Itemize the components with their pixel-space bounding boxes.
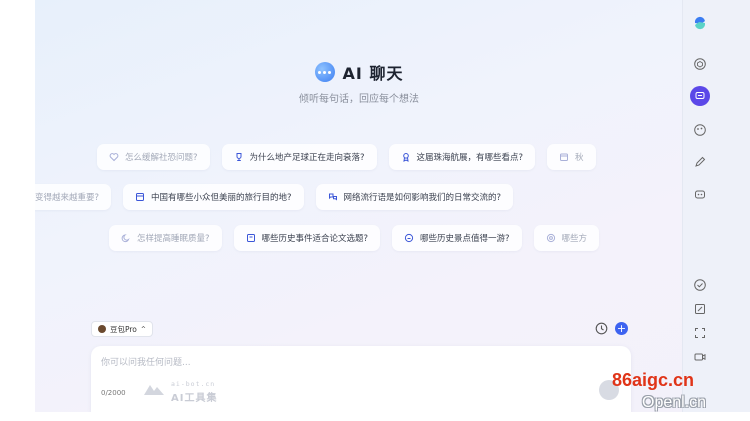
suggestion-chip[interactable]: 哪些方	[533, 225, 600, 251]
book-icon	[246, 234, 255, 242]
aitools-logo-icon	[144, 385, 164, 395]
history-icon[interactable]	[595, 322, 608, 335]
robot-icon[interactable]	[693, 187, 707, 201]
logo-icon[interactable]	[693, 16, 707, 30]
new-chat-button[interactable]: +	[615, 322, 628, 335]
suggestion-chip[interactable]: 秋	[547, 144, 596, 170]
trophy-icon	[236, 153, 242, 161]
suggestion-chip[interactable]: 网络流行语是如何影响我们的日常交流的?	[315, 184, 514, 210]
page-header: AI 聊天	[35, 60, 682, 84]
suggestion-label: 怎样提高睡眠质量?	[137, 234, 210, 244]
check-circle-icon[interactable]	[693, 278, 707, 292]
moon-icon	[121, 234, 130, 243]
suggestion-chip[interactable]: 怎么缓解社恐问题?	[97, 144, 210, 170]
suggestion-chip[interactable]: 哪些历史景点值得一游?	[392, 225, 522, 251]
suggestion-label: 秋	[575, 153, 584, 163]
cube-icon[interactable]	[693, 57, 707, 71]
watermark-domain: ai-bot.cn	[171, 380, 216, 388]
edit-box-icon[interactable]	[693, 302, 707, 316]
suggestion-chip[interactable]: 哪些历史事件适合论文选题?	[233, 225, 381, 251]
suggestion-chip[interactable]: 变得越来越重要?	[35, 184, 112, 210]
page-margin-bottom	[0, 412, 750, 421]
calendar-icon	[560, 153, 569, 161]
main-panel: AI 聊天 倾听每句话，回应每个想法 怎么缓解社恐问题? 为什么地产足球正在走向…	[35, 0, 683, 412]
map-icon	[136, 193, 145, 201]
palette-icon[interactable]	[693, 123, 707, 137]
video-icon[interactable]	[693, 350, 707, 364]
char-counter: 0/2000	[101, 389, 126, 397]
suggestion-chip[interactable]: 中国有哪些小众但美丽的旅行目的地?	[123, 184, 304, 210]
model-avatar	[98, 325, 106, 333]
target-icon	[546, 233, 555, 243]
pen-icon[interactable]	[693, 155, 707, 169]
suggestion-label: 这届珠海航展，有哪些看点?	[416, 153, 524, 163]
suggestion-label: 为什么地产足球正在走向衰落?	[249, 153, 365, 163]
model-selector[interactable]: 豆包Pro ^	[91, 321, 153, 337]
ai-chat-app: AI 聊天 倾听每句话，回应每个想法 怎么缓解社恐问题? 为什么地产足球正在走向…	[35, 0, 750, 412]
suggestion-row-3: 怎样提高睡眠质量? 哪些历史事件适合论文选题? 哪些历史景点值得一游? 哪些方	[109, 225, 600, 251]
award-icon	[402, 153, 409, 162]
sidebar-chat-button[interactable]	[690, 86, 710, 106]
suggestion-label: 哪些历史景点值得一游?	[420, 234, 510, 244]
message-input[interactable]	[101, 355, 601, 371]
suggestion-label: 哪些历史事件适合论文选题?	[261, 234, 369, 244]
suggestion-label: 中国有哪些小众但美丽的旅行目的地?	[151, 193, 292, 203]
suggestion-row-1: 怎么缓解社恐问题? 为什么地产足球正在走向衰落? 这届珠海航展，有哪些看点? 秋	[97, 144, 596, 170]
suggestion-label: 哪些方	[561, 234, 588, 244]
chat-icon	[695, 92, 705, 99]
chevron-up-icon: ^	[140, 325, 146, 333]
heart-icon	[109, 153, 119, 162]
site-watermark-secondary: Openl.cn	[642, 394, 707, 411]
page-margin-left	[0, 0, 35, 421]
suggestion-chip[interactable]: 这届珠海航展，有哪些看点?	[388, 144, 536, 170]
suggestion-row-2: 变得越来越重要? 中国有哪些小众但美丽的旅行目的地? 网络流行语是如何影响我们的…	[35, 184, 514, 210]
model-name: 豆包Pro	[110, 324, 137, 334]
compass-icon	[404, 233, 414, 243]
chat-bubbles-icon	[328, 193, 337, 201]
suggestion-chip[interactable]: 怎样提高睡眠质量?	[109, 225, 222, 251]
site-watermark-primary: 86aigc.cn	[612, 370, 695, 390]
page-title: AI 聊天	[342, 64, 404, 83]
scan-icon[interactable]	[693, 326, 707, 340]
composer: 0/2000 ai-bot.cn AI工具集	[91, 346, 631, 412]
suggestion-label: 怎么缓解社恐问题?	[125, 153, 198, 163]
chat-bot-icon	[314, 62, 335, 82]
suggestion-label: 网络流行语是如何影响我们的日常交流的?	[343, 193, 502, 203]
page-subtitle: 倾听每句话，回应每个想法	[299, 94, 419, 105]
watermark-name: AI工具集	[171, 393, 218, 404]
suggestion-chip[interactable]: 为什么地产足球正在走向衰落?	[221, 144, 377, 170]
suggestion-label: 变得越来越重要?	[35, 193, 100, 203]
